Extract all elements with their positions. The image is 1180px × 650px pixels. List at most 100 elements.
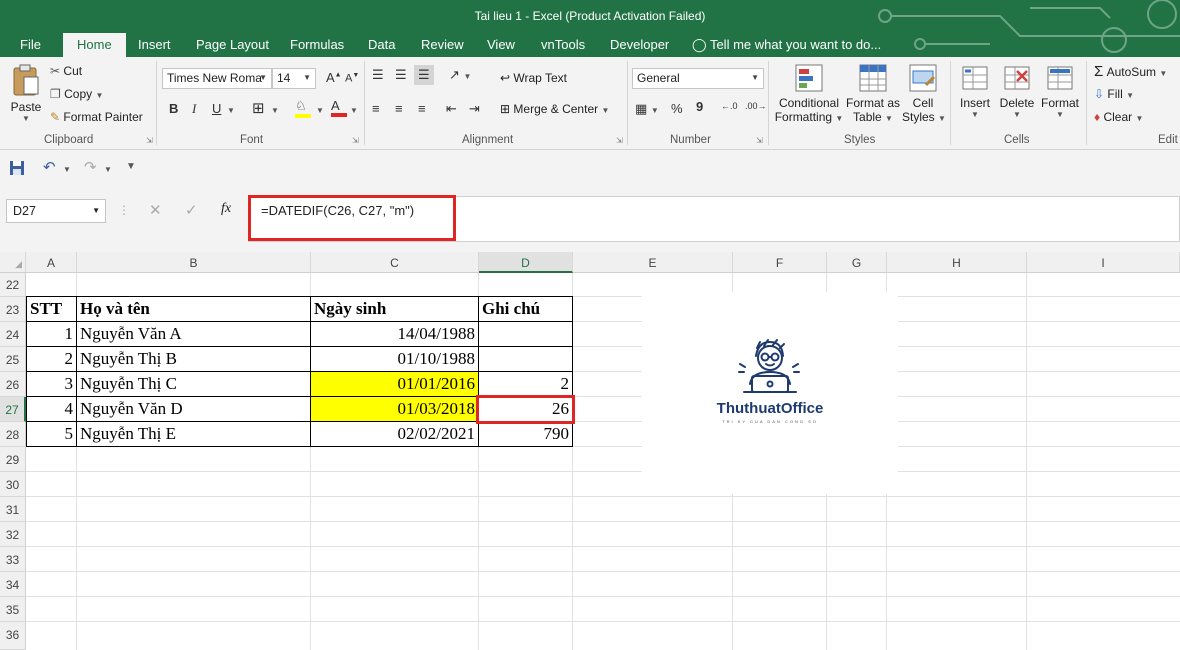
- cell-birthdate[interactable]: 01/01/2016: [311, 374, 478, 394]
- thuthuatoffice-logo-image[interactable]: ThuthuatOffice TRI KY CUA DAN CONG SO: [642, 292, 898, 494]
- customize-qat-icon[interactable]: ▼: [126, 161, 136, 172]
- increase-decimal-icon[interactable]: ←.0: [721, 101, 738, 111]
- cell-styles-button[interactable]: Cell Styles ▼: [902, 63, 946, 124]
- chevron-down-icon[interactable]: ▼: [350, 106, 358, 115]
- align-center-icon[interactable]: ≡: [395, 101, 403, 116]
- align-middle-icon[interactable]: ☰: [395, 67, 407, 83]
- tab-formulas[interactable]: Formulas: [290, 37, 344, 52]
- cell-stt[interactable]: 5: [27, 424, 76, 444]
- dialog-launcher-icon[interactable]: ⇲: [616, 136, 623, 145]
- cell-stt[interactable]: 3: [27, 374, 76, 394]
- tab-view[interactable]: View: [487, 37, 515, 52]
- chevron-down-icon[interactable]: ▼: [271, 106, 279, 115]
- conditional-formatting-button[interactable]: Conditional Formatting ▼: [774, 63, 844, 124]
- clear-button[interactable]: ♦ Clear ▼: [1094, 110, 1143, 124]
- row-header-29[interactable]: 29: [0, 447, 26, 472]
- row-header-30[interactable]: 30: [0, 472, 26, 497]
- format-cells-button[interactable]: Format ▼: [1039, 63, 1081, 119]
- cell-name[interactable]: Nguyễn Thị B: [77, 349, 310, 369]
- tab-home[interactable]: Home: [63, 33, 126, 57]
- row-header-31[interactable]: 31: [0, 497, 26, 522]
- row-header-33[interactable]: 33: [0, 547, 26, 572]
- insert-function-icon[interactable]: fx: [221, 201, 231, 217]
- dialog-launcher-icon[interactable]: ⇲: [146, 136, 153, 145]
- column-header-f[interactable]: F: [733, 252, 827, 273]
- copy-button[interactable]: ❐ Copy ▼: [50, 87, 103, 101]
- merge-center-button[interactable]: ⊞ Merge & Center ▼: [500, 102, 609, 116]
- chevron-down-icon[interactable]: ▼: [63, 165, 71, 174]
- comma-style-button[interactable]: 9: [696, 99, 703, 114]
- cell-note[interactable]: 2: [479, 374, 572, 394]
- align-left-icon[interactable]: ≡: [372, 101, 380, 116]
- tab-insert[interactable]: Insert: [138, 37, 171, 52]
- align-top-icon[interactable]: ☰: [372, 67, 384, 83]
- row-header-24[interactable]: 24: [0, 322, 26, 347]
- paste-button[interactable]: Paste ▼: [8, 63, 44, 123]
- format-as-table-button[interactable]: Format as Table ▼: [846, 63, 900, 124]
- percent-button[interactable]: %: [671, 101, 683, 116]
- chevron-down-icon[interactable]: ▼: [227, 106, 235, 115]
- row-header-22[interactable]: 22: [0, 273, 26, 297]
- cell-stt[interactable]: 2: [27, 349, 76, 369]
- insert-cells-button[interactable]: Insert ▼: [956, 63, 994, 119]
- enter-check-icon[interactable]: ✓: [185, 201, 198, 219]
- row-header-25[interactable]: 25: [0, 347, 26, 372]
- select-all-corner[interactable]: ◢: [0, 252, 26, 273]
- chevron-down-icon[interactable]: ▼: [104, 165, 112, 174]
- header-cell-stt[interactable]: STT: [27, 299, 76, 319]
- fill-button[interactable]: ⇩ Fill ▼: [1094, 87, 1134, 101]
- font-family-select[interactable]: Times New Roma ▼: [162, 68, 272, 89]
- cell-name[interactable]: Nguyễn Thị E: [77, 424, 310, 444]
- undo-icon[interactable]: ↶: [43, 158, 56, 176]
- grow-font-icon[interactable]: A▲: [326, 70, 342, 85]
- font-color-icon[interactable]: A: [331, 98, 347, 117]
- cell-birthdate[interactable]: 01/10/1988: [311, 349, 478, 369]
- bold-button[interactable]: B: [169, 101, 178, 116]
- header-cell-name[interactable]: Họ và tên: [77, 299, 310, 319]
- font-size-select[interactable]: 14 ▼: [272, 68, 316, 89]
- cell-stt[interactable]: 4: [27, 399, 76, 419]
- cell-note[interactable]: 790: [479, 424, 572, 444]
- row-header-27[interactable]: 27: [0, 397, 26, 422]
- column-header-g[interactable]: G: [827, 252, 887, 273]
- borders-icon[interactable]: ⊞: [252, 99, 265, 117]
- orientation-icon[interactable]: ↗ ▼: [449, 67, 471, 83]
- column-header-h[interactable]: H: [887, 252, 1027, 273]
- column-header-e[interactable]: E: [573, 252, 733, 273]
- decrease-decimal-icon[interactable]: .00→: [745, 101, 767, 111]
- row-header-23[interactable]: 23: [0, 297, 26, 322]
- tab-file[interactable]: File: [20, 37, 41, 52]
- tab-developer[interactable]: Developer: [610, 37, 669, 52]
- cancel-icon[interactable]: ✕: [149, 201, 162, 219]
- shrink-font-icon[interactable]: A▼: [345, 72, 359, 85]
- tell-me-search[interactable]: ◯ Tell me what you want to do...: [692, 37, 881, 53]
- number-format-select[interactable]: General ▼: [632, 68, 764, 89]
- dialog-launcher-icon[interactable]: ⇲: [756, 136, 763, 145]
- save-icon[interactable]: [9, 160, 25, 176]
- column-header-c[interactable]: C: [311, 252, 479, 273]
- chevron-down-icon[interactable]: ▼: [316, 106, 324, 115]
- row-header-34[interactable]: 34: [0, 572, 26, 597]
- row-header-26[interactable]: 26: [0, 372, 26, 397]
- name-box[interactable]: D27 ▼: [6, 199, 106, 223]
- column-header-b[interactable]: B: [77, 252, 311, 273]
- header-cell-birthdate[interactable]: Ngày sinh: [311, 299, 478, 319]
- wrap-text-button[interactable]: ↩ Wrap Text: [500, 71, 567, 85]
- dialog-launcher-icon[interactable]: ⇲: [352, 136, 359, 145]
- row-header-32[interactable]: 32: [0, 522, 26, 547]
- delete-cells-button[interactable]: Delete ▼: [998, 63, 1036, 119]
- column-header-i[interactable]: I: [1027, 252, 1180, 273]
- autosum-button[interactable]: Σ AutoSum ▼: [1094, 63, 1167, 80]
- cell-name[interactable]: Nguyễn Thị C: [77, 374, 310, 394]
- increase-indent-icon[interactable]: ⇥: [469, 101, 480, 117]
- cell-name[interactable]: Nguyễn Văn A: [77, 324, 310, 344]
- redo-icon[interactable]: ↷: [84, 158, 97, 176]
- cell-birthdate[interactable]: 14/04/1988: [311, 324, 478, 344]
- tab-page-layout[interactable]: Page Layout: [196, 37, 269, 52]
- row-header-36[interactable]: 36: [0, 622, 26, 650]
- row-header-28[interactable]: 28: [0, 422, 26, 447]
- italic-button[interactable]: I: [192, 101, 196, 117]
- align-bottom-icon[interactable]: ☰: [414, 65, 434, 85]
- cut-button[interactable]: ✂ Cut: [50, 64, 82, 78]
- format-painter-button[interactable]: ✎ Format Painter: [50, 110, 143, 124]
